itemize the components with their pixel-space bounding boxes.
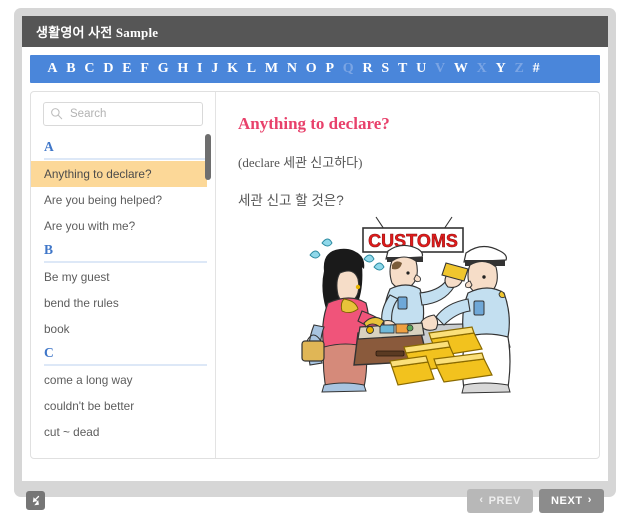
resize-handle[interactable] — [26, 491, 45, 510]
alpha-letter-#[interactable]: # — [528, 62, 544, 76]
section-header-c: C — [44, 345, 54, 360]
entry-translation: 세관 신고 할 것은? — [238, 193, 344, 208]
section-divider — [44, 158, 207, 160]
sidebar-scrollbar-track[interactable] — [205, 134, 211, 454]
customs-inspection-illustration: CUSTOMS — [287, 215, 532, 395]
alphabet-navigation-bar: A B C D E F G H I J K L M N O P Q R S T U V W X Y Z # — [30, 55, 600, 83]
section-header-a: A — [44, 139, 54, 154]
page-body: ABCDEFGHIJKLMNOPQRSTUVWXYZ# AAnything to… — [22, 47, 608, 481]
list-item[interactable]: Are you with me? — [31, 213, 207, 239]
entry-title: Anything to declare? — [238, 114, 390, 133]
list-item[interactable]: Be my guest — [31, 264, 207, 290]
list-item[interactable]: bend the rules — [31, 290, 207, 316]
alpha-letter-i[interactable]: I — [193, 62, 207, 76]
alpha-letter-z: Z — [514, 61, 524, 76]
list-item[interactable]: Are you being helped? — [31, 187, 207, 213]
alpha-letter-f[interactable]: F — [136, 62, 153, 76]
section-divider — [44, 261, 207, 263]
sidebar-scrollbar-thumb[interactable] — [205, 134, 211, 180]
alpha-letter-t[interactable]: T — [394, 62, 412, 76]
alpha-letter-p[interactable]: P — [321, 62, 338, 76]
alpha-letter-b[interactable]: B — [62, 62, 80, 76]
alpha-letter-w[interactable]: W — [449, 62, 472, 76]
alpha-letter-h[interactable]: H — [173, 62, 193, 76]
content-panel: AAnything to declare?Are you being helpe… — [30, 91, 600, 459]
pagination-controls: ‹ PREV NEXT › — [467, 488, 604, 513]
alpha-letter-s[interactable]: S — [377, 62, 394, 76]
alpha-letter-q: Q — [342, 61, 354, 76]
alpha-letter-k[interactable]: K — [223, 62, 243, 76]
list-item[interactable]: Anything to declare? — [31, 161, 207, 187]
alpha-letter-a[interactable]: A — [43, 62, 62, 76]
search-input[interactable] — [43, 102, 203, 126]
window-title: 생활영어 사전 Sample — [36, 25, 159, 40]
list-item[interactable]: cut ~ dead — [31, 419, 207, 445]
section-divider — [44, 364, 207, 366]
alpha-letter-y[interactable]: Y — [491, 62, 510, 76]
prev-chevron-icon: ‹ — [479, 494, 484, 506]
alpha-letter-m[interactable]: M — [260, 62, 282, 76]
next-button[interactable]: NEXT › — [538, 488, 604, 513]
window-title-bar: 생활영어 사전 Sample — [22, 16, 608, 47]
alpha-letter-c[interactable]: C — [80, 62, 99, 76]
entry-gloss: (declare 세관 신고하다) — [238, 155, 363, 170]
entry-list-sidebar: A Anything to declare?Are you being helpe… — [31, 92, 216, 458]
entry-illustration-wrapper: CUSTOMS — [238, 215, 581, 395]
alpha-letter-v: V — [434, 61, 446, 76]
alpha-letter-e[interactable]: E — [118, 62, 136, 76]
footer-bar: ‹ PREV NEXT › — [22, 481, 608, 520]
alpha-letter-j[interactable]: J — [207, 62, 223, 76]
entry-list: A Anything to declare? Are you being helpe… — [31, 136, 215, 445]
next-chevron-icon: › — [587, 494, 592, 506]
alpha-letter-x: X — [476, 61, 487, 76]
alpha-letter-r[interactable]: R — [358, 62, 377, 76]
alpha-letter-o[interactable]: O — [301, 62, 321, 76]
alpha-letter-n[interactable]: N — [282, 62, 301, 76]
alpha-letter-g[interactable]: G — [153, 62, 173, 76]
app-window: 생활영어 사전 Sample ABCDEFGHIJKLMNOPQRSTUVWXY… — [14, 8, 616, 513]
alpha-letter-u[interactable]: U — [412, 62, 431, 76]
alpha-letter-d[interactable]: D — [99, 62, 118, 76]
section-header-b: B — [44, 242, 54, 257]
alpha-letter-l[interactable]: L — [242, 62, 260, 76]
search-field-wrapper — [43, 102, 203, 126]
list-item[interactable]: book — [31, 316, 207, 342]
prev-button[interactable]: ‹ PREV — [467, 488, 533, 513]
list-item[interactable]: come a long way — [31, 367, 207, 393]
list-item[interactable]: couldn't be better — [31, 393, 207, 419]
entry-detail-panel: Anything to declare? (declare 세관 신고하다) 세… — [216, 92, 599, 458]
